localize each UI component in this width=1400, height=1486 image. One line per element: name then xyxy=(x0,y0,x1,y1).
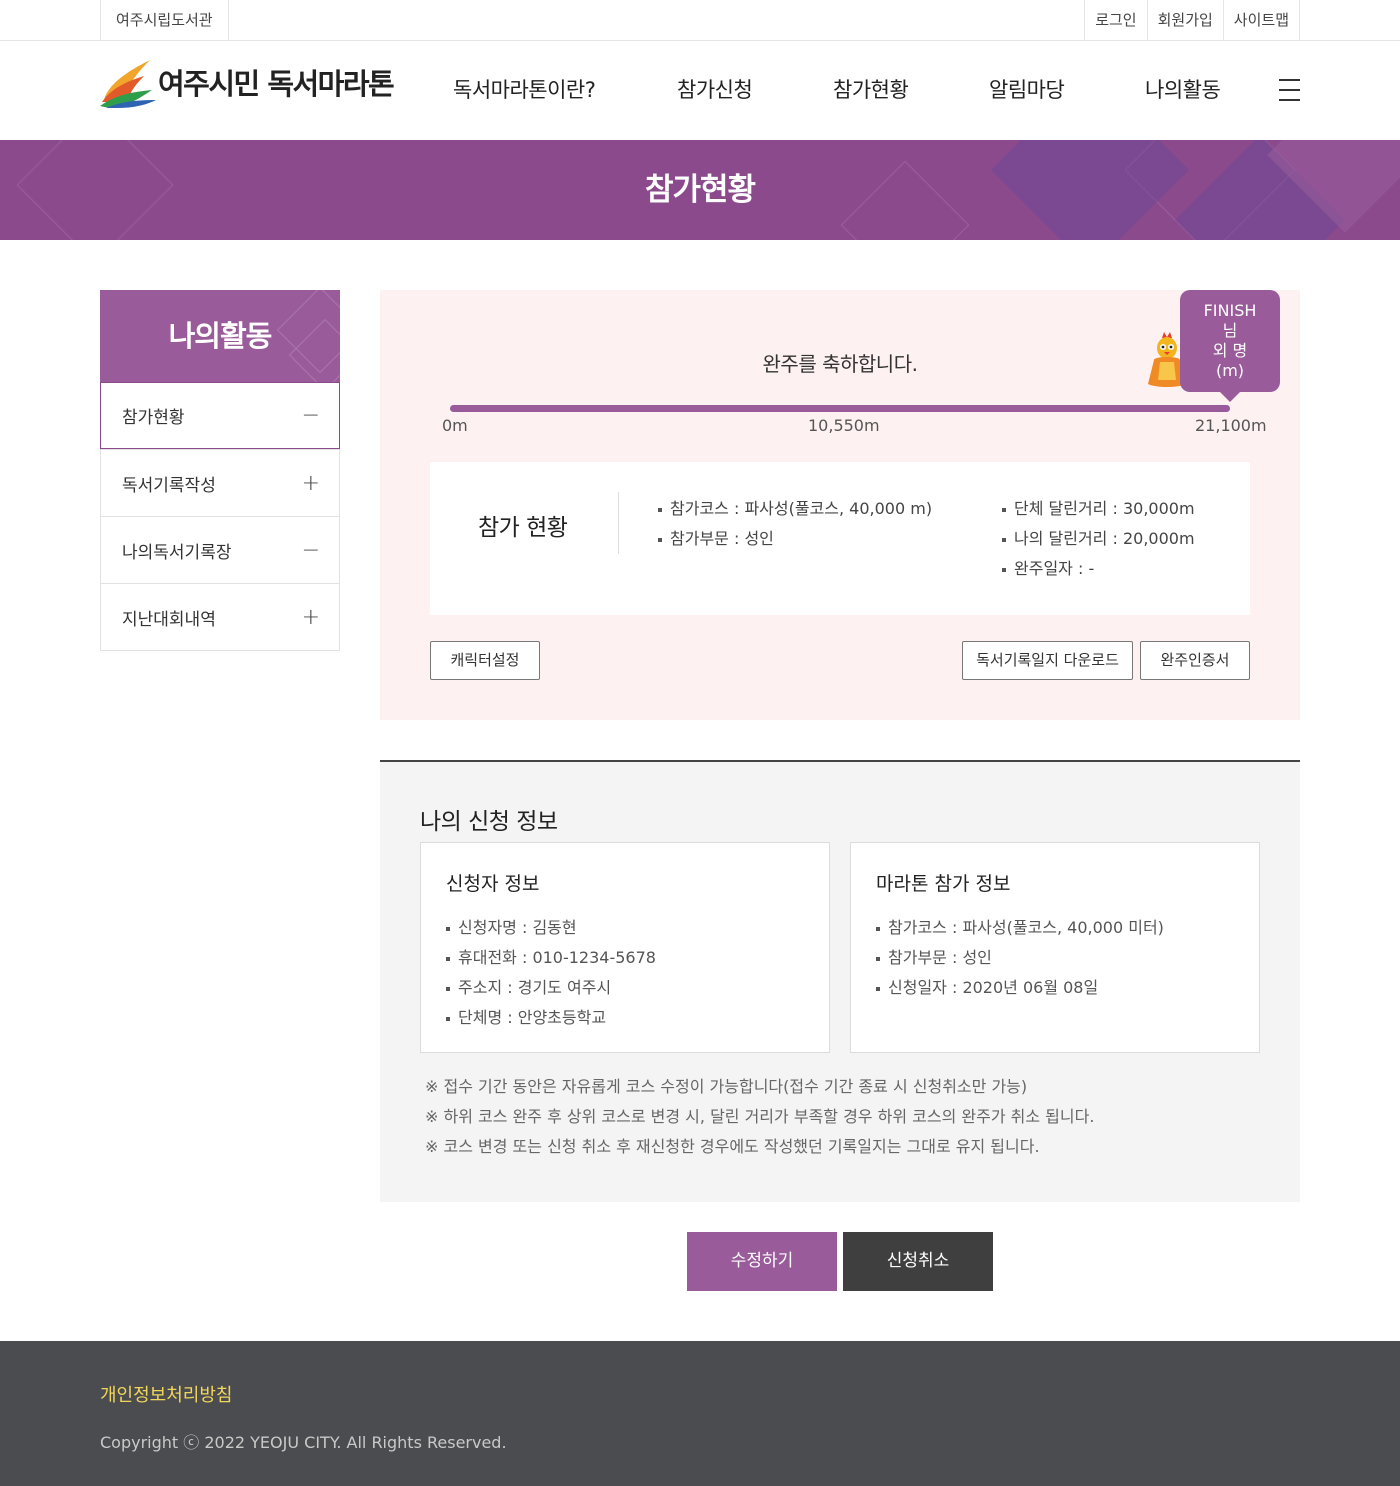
applicant-card: 신청자 정보 신청자명 : 김동현 휴대전화 : 010-1234-5678 주… xyxy=(420,842,830,1053)
sitemap-link[interactable]: 사이트맵 xyxy=(1222,0,1300,40)
nav-about[interactable]: 독서마라톤이란? xyxy=(453,41,677,140)
list-item: 참가코스 : 파사성(풀코스, 40,000 미터) xyxy=(876,913,1164,943)
nav-apply[interactable]: 참가신청 xyxy=(677,41,833,140)
logo-text: 여주시민 독서마라톤 xyxy=(158,67,395,101)
list-item: 휴대전화 : 010-1234-5678 xyxy=(446,943,656,973)
sidebar: 나의활동 참가현황 − 독서기록작성 + 나의독서기록장 − 지난대회내역 + xyxy=(100,290,340,651)
list-item: 완주일자 : - xyxy=(1002,554,1195,584)
page-title: 참가현황 xyxy=(644,172,756,208)
list-item: 신청일자 : 2020년 06월 08일 xyxy=(876,973,1164,1003)
status-list-left: 참가코스 : 파사성(풀코스, 40,000 m) 참가부문 : 성인 xyxy=(658,494,932,554)
character-settings-button[interactable]: 캐릭터설정 xyxy=(430,641,540,680)
cancel-application-button[interactable]: 신청취소 xyxy=(843,1232,993,1291)
menu-icon[interactable] xyxy=(1279,79,1301,101)
library-link[interactable]: 여주시립도서관 xyxy=(100,0,229,40)
bubble-line: (m) xyxy=(1215,361,1245,380)
site-logo[interactable]: 여주시민 독서마라톤 xyxy=(100,55,395,109)
progress-fill xyxy=(450,405,1230,412)
finish-bubble: FINISH 님 외 명 (m) xyxy=(1180,290,1280,402)
divider xyxy=(618,492,619,554)
progress-mark-middle: 10,550m xyxy=(808,416,880,435)
list-item: 참가부문 : 성인 xyxy=(658,524,932,554)
card-title: 신청자 정보 xyxy=(446,873,540,895)
login-link[interactable]: 로그인 xyxy=(1084,0,1146,40)
bubble-line: FINISH xyxy=(1203,301,1257,320)
notice-item: ※ 코스 변경 또는 신청 취소 후 재신청한 경우에도 작성했던 기록일지는 … xyxy=(425,1137,1040,1156)
collapse-icon: − xyxy=(301,403,320,428)
list-item: 참가부문 : 성인 xyxy=(876,943,1164,973)
progress-panel: 완주를 축하합니다. 0m 10,550m 21,100m FINISH 님 외… xyxy=(380,290,1300,720)
logo-swoosh-icon xyxy=(100,60,156,108)
sidebar-item-record-book[interactable]: 나의독서기록장 − xyxy=(101,516,339,583)
copyright: Copyright ⓒ 2022 YEOJU CITY. All Rights … xyxy=(100,1433,507,1452)
site-footer: 개인정보처리방침 Copyright ⓒ 2022 YEOJU CITY. Al… xyxy=(0,1341,1400,1486)
sidebar-menu: 참가현황 − 독서기록작성 + 나의독서기록장 − 지난대회내역 + xyxy=(100,382,340,651)
status-card: 참가 현황 참가코스 : 파사성(풀코스, 40,000 m) 참가부문 : 성… xyxy=(430,462,1250,615)
notice-item: ※ 접수 기간 동안은 자유롭게 코스 수정이 가능합니다(접수 기간 종료 시… xyxy=(425,1077,1028,1096)
edit-button[interactable]: 수정하기 xyxy=(687,1232,837,1291)
sidebar-item-label: 나의독서기록장 xyxy=(122,542,232,563)
card-title: 마라톤 참가 정보 xyxy=(876,873,1011,895)
list-item: 주소지 : 경기도 여주시 xyxy=(446,973,656,1003)
progress-mark-end: 21,100m xyxy=(1195,416,1267,435)
collapse-icon: − xyxy=(301,537,320,563)
list-item: 나의 달린거리 : 20,000m xyxy=(1002,524,1195,554)
sidebar-item-label: 참가현황 xyxy=(122,408,185,428)
top-utility-bar: 여주시립도서관 로그인 회원가입 사이트맵 xyxy=(0,0,1400,41)
bubble-line: 외 명 xyxy=(1212,341,1248,360)
main-nav: 독서마라톤이란? 참가신청 참가현황 알림마당 나의활동 xyxy=(453,41,1265,140)
certificate-button[interactable]: 완주인증서 xyxy=(1140,641,1250,680)
bubble-line: 님 xyxy=(1222,321,1238,340)
utility-links: 로그인 회원가입 사이트맵 xyxy=(1084,0,1300,40)
marathon-list: 참가코스 : 파사성(풀코스, 40,000 미터) 참가부문 : 성인 신청일… xyxy=(876,913,1164,1003)
section-title: 나의 신청 정보 xyxy=(420,809,558,835)
sidebar-item-status[interactable]: 참가현황 − xyxy=(100,382,340,449)
list-item: 참가코스 : 파사성(풀코스, 40,000 m) xyxy=(658,494,932,524)
nav-status[interactable]: 참가현황 xyxy=(833,41,989,140)
progress-track xyxy=(450,405,1230,412)
signup-link[interactable]: 회원가입 xyxy=(1146,0,1223,40)
marathon-card: 마라톤 참가 정보 참가코스 : 파사성(풀코스, 40,000 미터) 참가부… xyxy=(850,842,1260,1053)
page-banner: 참가현황 xyxy=(0,140,1400,240)
list-item: 단체명 : 안양초등학교 xyxy=(446,1003,656,1033)
site-header: 여주시민 독서마라톤 독서마라톤이란? 참가신청 참가현황 알림마당 나의활동 xyxy=(0,41,1400,140)
sidebar-title-text: 나의활동 xyxy=(168,319,273,353)
download-log-button[interactable]: 독서기록일지 다운로드 xyxy=(962,641,1133,680)
sidebar-item-past-events[interactable]: 지난대회내역 + xyxy=(101,583,339,650)
notice-list: ※ 접수 기간 동안은 자유롭게 코스 수정이 가능합니다(접수 기간 종료 시… xyxy=(425,1072,1094,1162)
sidebar-item-label: 독서기록작성 xyxy=(122,475,216,496)
sidebar-item-write-record[interactable]: 독서기록작성 + xyxy=(101,449,339,516)
applicant-list: 신청자명 : 김동현 휴대전화 : 010-1234-5678 주소지 : 경기… xyxy=(446,913,656,1033)
nav-my-activity[interactable]: 나의활동 xyxy=(1145,41,1265,140)
nav-notice[interactable]: 알림마당 xyxy=(989,41,1145,140)
sidebar-item-label: 지난대회내역 xyxy=(122,609,216,630)
privacy-policy-link[interactable]: 개인정보처리방침 xyxy=(100,1381,232,1407)
application-info: 나의 신청 정보 신청자 정보 신청자명 : 김동현 휴대전화 : 010-12… xyxy=(380,760,1300,1202)
list-item: 단체 달린거리 : 30,000m xyxy=(1002,494,1195,524)
notice-item: ※ 하위 코스 완주 후 상위 코스로 변경 시, 달린 거리가 부족할 경우 … xyxy=(425,1107,1095,1126)
expand-icon: + xyxy=(301,604,320,630)
expand-icon: + xyxy=(301,470,320,496)
list-item: 신청자명 : 김동현 xyxy=(446,913,656,943)
status-label: 참가 현황 xyxy=(478,515,568,541)
sidebar-title: 나의활동 xyxy=(100,290,340,382)
progress-mark-start: 0m xyxy=(442,416,468,435)
status-list-right: 단체 달린거리 : 30,000m 나의 달린거리 : 20,000m 완주일자… xyxy=(1002,494,1195,584)
